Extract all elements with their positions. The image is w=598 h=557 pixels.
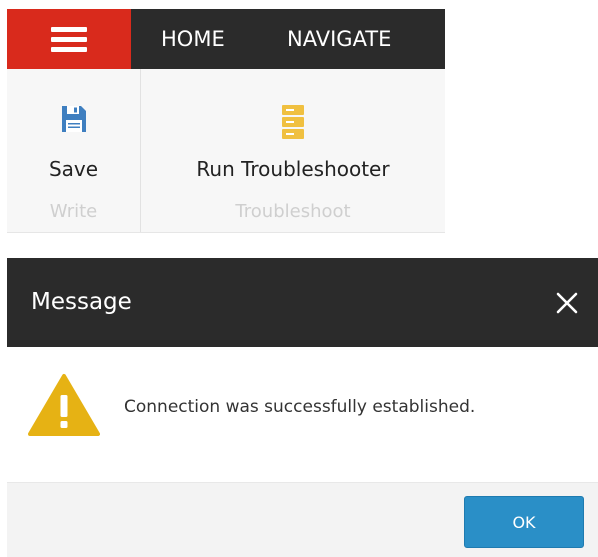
- page: HOME NAVIGATE Save Run Troubleshooter Wr…: [0, 0, 598, 557]
- tab-home[interactable]: HOME: [161, 9, 225, 69]
- ribbon: HOME NAVIGATE Save Run Troubleshooter Wr…: [7, 9, 445, 233]
- message-dialog: Message Connection was successfully esta…: [7, 258, 598, 557]
- ok-button[interactable]: OK: [464, 496, 584, 548]
- tab-navigate[interactable]: NAVIGATE: [287, 9, 391, 69]
- ribbon-body: Save Run Troubleshooter Write Troublesho…: [7, 69, 445, 232]
- dialog-title: Message: [31, 289, 132, 315]
- warning-icon: [28, 373, 100, 437]
- floppy-disk-icon: [61, 105, 87, 137]
- run-troubleshooter-label: Run Troubleshooter: [196, 157, 390, 181]
- dialog-body: Connection was successfully established.: [7, 347, 598, 482]
- dialog-footer: OK: [7, 482, 598, 557]
- menu-button[interactable]: [7, 9, 131, 69]
- ribbon-tab-bar: HOME NAVIGATE: [7, 9, 445, 69]
- save-button-label: Save: [48, 157, 99, 181]
- save-button[interactable]: Save: [7, 69, 140, 194]
- server-rack-icon: [282, 105, 304, 143]
- dialog-header: Message: [7, 258, 598, 347]
- dialog-message: Connection was successfully established.: [124, 397, 476, 417]
- group-label-troubleshoot: Troubleshoot: [235, 201, 351, 222]
- group-label-write: Write: [49, 201, 98, 222]
- close-icon: [553, 292, 581, 321]
- close-button[interactable]: [553, 289, 581, 317]
- run-troubleshooter-button[interactable]: Run Troubleshooter: [141, 69, 445, 194]
